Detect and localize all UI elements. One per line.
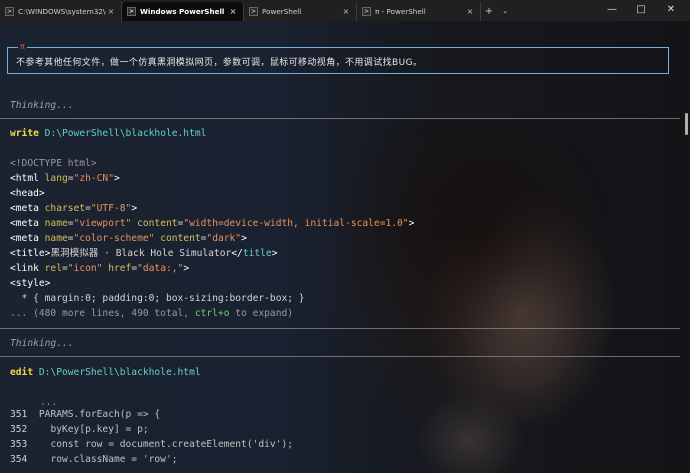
- write-path: D:\PowerShell\blackhole.html: [44, 128, 207, 139]
- edit-path: D:\PowerShell\blackhole.html: [38, 367, 201, 378]
- code-row: 353 const row = document.createElement('…: [10, 439, 294, 450]
- divider: [0, 356, 680, 357]
- tab-label: PowerShell: [262, 7, 302, 16]
- prompt-tag: π: [18, 42, 27, 52]
- tab-label: π - PowerShell: [375, 7, 426, 16]
- close-icon[interactable]: ×: [228, 7, 238, 16]
- code-line: <head>: [10, 188, 45, 199]
- close-icon[interactable]: ×: [341, 7, 351, 16]
- code-line: <html lang="zh-CN">: [10, 173, 120, 184]
- code-ellipsis: ...: [40, 397, 58, 408]
- tab-windows-powershell[interactable]: > Windows PowerShell ×: [122, 2, 244, 21]
- close-icon[interactable]: ×: [106, 7, 116, 16]
- code-line: <meta name="viewport" content="width=dev…: [10, 218, 415, 229]
- prompt-text: 不参考其他任何文件，做一个仿真黑洞模拟网页，参数可调，鼠标可移动视角，不用调试找…: [16, 58, 423, 68]
- close-icon[interactable]: ×: [465, 7, 475, 16]
- minimize-button[interactable]: —: [598, 0, 626, 21]
- thinking-label: Thinking...: [10, 100, 74, 111]
- code-line: <meta name="color-scheme" content="dark"…: [10, 233, 247, 244]
- code-row: 352 byKey[p.key] = p;: [10, 424, 149, 435]
- write-header: write D:\PowerShell\blackhole.html: [10, 128, 206, 140]
- scrollbar-thumb[interactable]: [685, 113, 688, 135]
- code-line: <link rel="icon" href="data:,">: [10, 263, 190, 274]
- tab-powershell[interactable]: > PowerShell ×: [244, 2, 357, 21]
- code-line: <style>: [10, 278, 51, 289]
- write-keyword: write: [10, 128, 39, 139]
- tab-label: Windows PowerShell: [140, 7, 225, 16]
- close-window-button[interactable]: ✕: [657, 0, 685, 21]
- divider: [0, 328, 680, 329]
- tab-pi-powershell[interactable]: > π - PowerShell ×: [357, 2, 481, 21]
- edit-header: edit D:\PowerShell\blackhole.html: [10, 367, 201, 379]
- powershell-icon: >: [249, 7, 258, 16]
- tab-label: C:\WINDOWS\system32\cmd.e: [18, 7, 106, 16]
- new-tab-button[interactable]: +: [481, 2, 497, 21]
- code-line: <title>黑洞模拟器 · Black Hole Simulator</tit…: [10, 248, 278, 259]
- code-line: * { margin:0; padding:0; box-sizing:bord…: [10, 293, 305, 304]
- expand-hint: ... (480 more lines, 490 total, ctrl+o t…: [10, 308, 294, 319]
- code-row: 354 row.className = 'row';: [10, 454, 178, 465]
- ctrl-o-shortcut: ctrl+o: [194, 308, 230, 319]
- code-row: 351 PARAMS.forEach(p => {: [10, 409, 161, 420]
- edit-keyword: edit: [10, 367, 34, 378]
- code-line: <meta charset="UTF-8">: [10, 203, 138, 214]
- prompt-box: π 不参考其他任何文件，做一个仿真黑洞模拟网页，参数可调，鼠标可移动视角，不用调…: [7, 42, 669, 74]
- code-line: <!DOCTYPE html>: [10, 158, 97, 169]
- tab-cmd[interactable]: > C:\WINDOWS\system32\cmd.e ×: [0, 2, 122, 21]
- thinking-label: Thinking...: [10, 338, 74, 349]
- powershell-icon: >: [127, 7, 136, 16]
- terminal-output[interactable]: π 不参考其他任何文件，做一个仿真黑洞模拟网页，参数可调，鼠标可移动视角，不用调…: [0, 21, 690, 473]
- chevron-down-icon[interactable]: ⌄: [497, 2, 513, 21]
- cmd-icon: >: [5, 7, 14, 16]
- divider: [0, 118, 680, 119]
- tab-bar: > C:\WINDOWS\system32\cmd.e × > Windows …: [0, 0, 690, 21]
- pi-icon: >: [362, 7, 371, 16]
- maximize-button[interactable]: □: [627, 0, 655, 21]
